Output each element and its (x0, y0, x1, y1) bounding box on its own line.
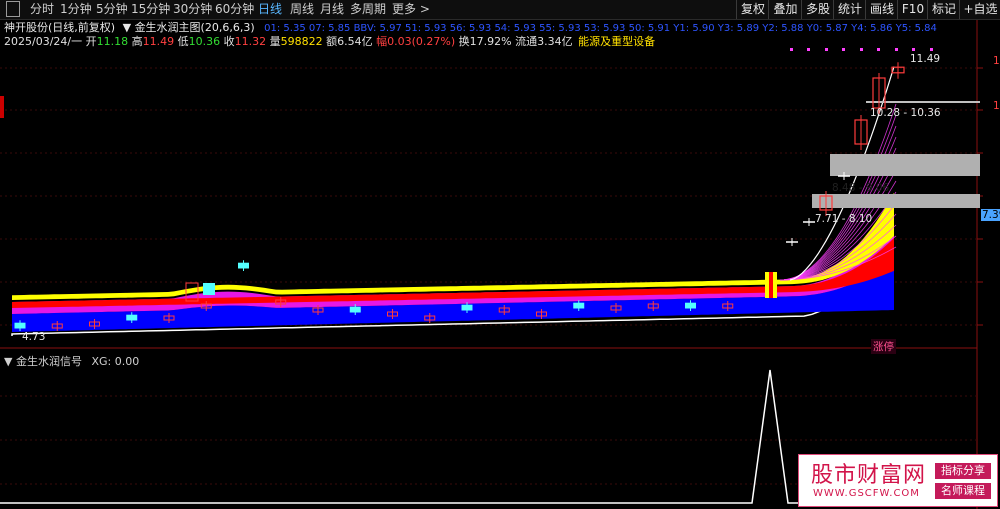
candle-body (238, 262, 249, 269)
stock-title: 神开股份(日线,前复权) (4, 21, 116, 34)
signal-dot (842, 48, 845, 51)
sector-name[interactable]: 能源及重型设备 (578, 35, 655, 48)
quote-date: 2025/03/24/一 (4, 35, 83, 48)
candle-body (685, 302, 696, 309)
signal-panel-title: ▼ 金生水润信号 XG: 0.00 (4, 353, 139, 369)
statistics-button[interactable]: 统计 (833, 0, 866, 19)
change-value: 0.03(0.27%) (387, 35, 456, 48)
amount-label: 额 (326, 35, 338, 48)
mark-button[interactable]: 标记 (927, 0, 960, 19)
signal-dot (825, 48, 828, 51)
candle-body (126, 314, 138, 321)
volume-label: 量 (269, 35, 281, 48)
left-edge-marker (0, 96, 4, 118)
watermark-url: WWW.GSCFW.COM (813, 488, 920, 499)
turnover-label: 换 (458, 35, 470, 48)
price-axis-label-mid: 1 (993, 100, 1000, 112)
tab-1min[interactable]: 1分钟 (60, 2, 92, 17)
signal-value: XG: 0.00 (91, 355, 140, 368)
change-label: 幅 (376, 35, 388, 48)
tab-60min[interactable]: 60分钟 (215, 2, 254, 17)
indicator-dropdown-icon[interactable]: ▼ (123, 21, 131, 34)
chart-canvas (0, 20, 983, 509)
watermark-logo: 股市财富网 WWW.GSCFW.COM 指标分享 名师课程 (798, 454, 998, 507)
panel-toggle-icon[interactable] (6, 1, 20, 17)
f10-button[interactable]: F10 (897, 0, 928, 19)
high-label: 高 (131, 35, 143, 48)
overlay-button[interactable]: 叠加 (768, 0, 802, 19)
volume-value: 598822 (280, 35, 323, 48)
high-value: 11.49 (142, 35, 175, 48)
band-label-1: 10.28 - 10.36 (870, 107, 941, 119)
candle-body (349, 306, 361, 313)
signal-dot (877, 48, 880, 51)
turnover-value: 17.92% (469, 35, 512, 48)
signal-dot (807, 48, 810, 51)
watermark-tag-course[interactable]: 名师课程 (935, 483, 991, 499)
price-axis-label-top: 1 (993, 55, 1000, 67)
quote-info-line: 2025/03/24/一 开11.18 高11.49 低10.36 收11.32… (4, 35, 655, 49)
tab-weekly[interactable]: 周线 (290, 2, 314, 17)
signal-dot (860, 48, 863, 51)
candle-body (573, 302, 585, 309)
candle-body (14, 322, 26, 329)
signal-indicator-name[interactable]: 金生水润信号 (16, 355, 82, 368)
tab-monthly[interactable]: 月线 (320, 2, 344, 17)
add-watchlist-button[interactable]: +自选 (959, 0, 1000, 19)
resistance-band-lower (812, 194, 980, 208)
draw-line-button[interactable]: 画线 (865, 0, 898, 19)
watermark-title: 股市财富网 (811, 463, 927, 488)
candle-body (461, 304, 473, 311)
fuquan-button[interactable]: 复权 (736, 0, 769, 19)
signal-dot (930, 48, 933, 51)
multi-stock-button[interactable]: 多股 (801, 0, 834, 19)
signal-dot (790, 48, 793, 51)
price-axis-tag: 7.39 (981, 209, 1000, 221)
float-value: 3.34亿 (537, 35, 573, 48)
watermark-tag-share[interactable]: 指标分享 (935, 463, 991, 479)
low-price-marker: 4.73 (22, 331, 46, 343)
tab-5min[interactable]: 5分钟 (96, 2, 128, 17)
period-toolbar: 分时 1分钟 5分钟 15分钟 30分钟 60分钟 日线 周线 月线 多周期 更… (0, 0, 1000, 20)
limit-up-badge: 涨停 (871, 339, 896, 354)
close-label: 收 (223, 35, 235, 48)
yellow-ma-band (12, 192, 894, 300)
tab-15min[interactable]: 15分钟 (131, 2, 170, 17)
low-value: 10.36 (188, 35, 221, 48)
band-label-2: 8.48 - 9.06 (832, 182, 890, 194)
signal-dot (912, 48, 915, 51)
tab-minute[interactable]: 分时 (30, 2, 54, 17)
candle-body-spike (203, 283, 215, 295)
tab-30min[interactable]: 30分钟 (173, 2, 212, 17)
chart-title-line: 神开股份(日线,前复权) ▼ 金生水润主图(20,6,6,3) 01: 5.35… (4, 21, 937, 35)
indicator-title[interactable]: 金生水润主图(20,6,6,3) (135, 21, 255, 34)
signal-dropdown-icon[interactable]: ▼ (4, 355, 12, 368)
close-value: 11.32 (234, 35, 267, 48)
open-label: 开 (85, 35, 97, 48)
amount-value: 6.54亿 (337, 35, 373, 48)
signal-dot (895, 48, 898, 51)
tab-daily[interactable]: 日线 (258, 2, 282, 17)
tab-multi-period[interactable]: 多周期 (350, 2, 386, 17)
resistance-band-upper (830, 154, 980, 176)
tab-more[interactable]: 更多 > (392, 2, 430, 17)
high-price-marker: 11.49 (910, 53, 941, 65)
band-label-3: 7.71 - 8.10 (815, 213, 873, 225)
limit-up-candle-core (769, 272, 773, 298)
float-label: 流通 (515, 35, 538, 48)
low-label: 低 (177, 35, 189, 48)
open-value: 11.18 (96, 35, 129, 48)
ma-values: 01: 5.35 07: 5.85 BBV: 5.97 51: 5.93 56:… (264, 23, 937, 34)
